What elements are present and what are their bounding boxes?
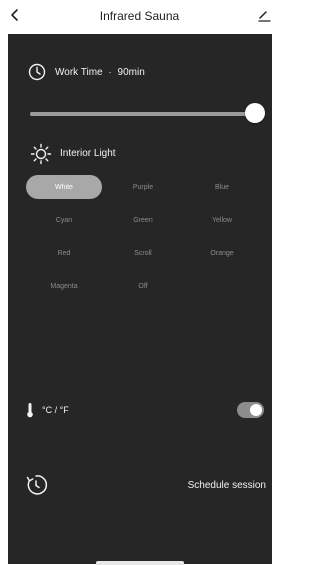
work-time-separator: · xyxy=(108,67,112,78)
page-title: Infrared Sauna xyxy=(99,9,180,23)
light-option-white[interactable]: White xyxy=(26,175,102,199)
unit-toggle-knob xyxy=(250,404,262,416)
pencil-icon xyxy=(258,11,271,22)
work-time-slider-thumb[interactable] xyxy=(245,103,265,123)
light-option-red[interactable]: Red xyxy=(26,241,102,265)
interior-light-label: Interior Light xyxy=(60,148,116,159)
control-panel: Work Time · 90min Interior Light White Pu… xyxy=(8,34,272,565)
sun-icon xyxy=(30,143,52,165)
top-bar: Infrared Sauna xyxy=(0,0,279,34)
thermometer-icon xyxy=(27,403,33,418)
unit-label: °C / °F xyxy=(42,405,69,415)
light-option-purple[interactable]: Purple xyxy=(105,175,181,199)
work-time-value: 90min xyxy=(117,67,145,78)
home-indicator[interactable] xyxy=(96,561,184,565)
light-option-yellow[interactable]: Yellow xyxy=(184,208,260,232)
light-option-orange[interactable]: Orange xyxy=(184,241,260,265)
schedule-session-button[interactable]: Schedule session xyxy=(188,480,266,491)
work-time-slider[interactable] xyxy=(30,112,255,116)
light-color-options: White Purple Blue Cyan Green Yellow Red Scroll O… xyxy=(26,175,260,307)
work-time-slider-fill xyxy=(30,112,255,116)
light-option-cyan[interactable]: Cyan xyxy=(26,208,102,232)
clock-icon xyxy=(28,63,46,81)
unit-toggle[interactable] xyxy=(237,402,264,418)
timer-reset-icon[interactable] xyxy=(24,473,48,497)
work-time-label-row: Work Time · 90min xyxy=(55,67,145,78)
light-option-green[interactable]: Green xyxy=(105,208,181,232)
light-option-off[interactable]: Off xyxy=(105,274,181,298)
light-option-scroll[interactable]: Scroll xyxy=(105,241,181,265)
light-option-blue[interactable]: Blue xyxy=(184,175,260,199)
work-time-label: Work Time xyxy=(55,67,103,78)
edit-button[interactable] xyxy=(253,4,275,26)
light-option-magenta[interactable]: Magenta xyxy=(26,274,102,298)
